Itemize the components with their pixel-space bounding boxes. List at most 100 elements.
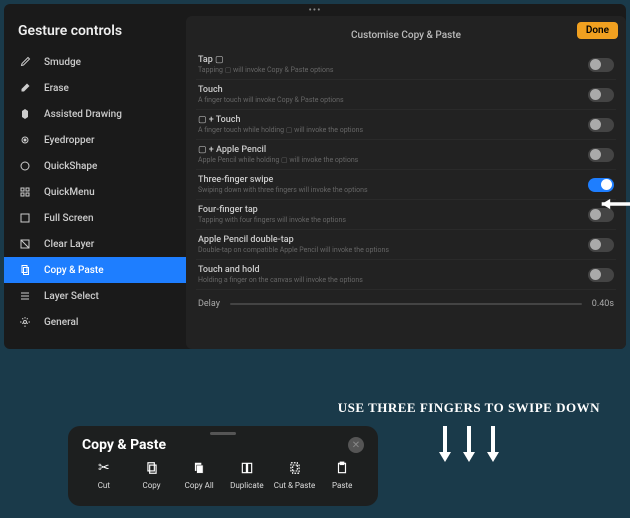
option-sub: Apple Pencil while holding ▢ will invoke…	[198, 156, 358, 164]
gear-icon	[18, 315, 32, 329]
close-icon[interactable]: ✕	[348, 437, 364, 453]
popup-item-copy[interactable]: Copy	[130, 459, 174, 490]
option-title: Three-finger swipe	[198, 175, 368, 185]
sidebar-label: Copy & Paste	[44, 265, 104, 276]
popup-label: Duplicate	[230, 481, 263, 490]
option-title: ▢ + Touch	[198, 115, 363, 125]
toggle-double-tap[interactable]	[588, 238, 614, 252]
option-sub: Tapping with four fingers will invoke th…	[198, 216, 346, 224]
popup-title: Copy & Paste	[82, 437, 166, 453]
option-tap: Tap ▢Tapping ▢ will invoke Copy & Paste …	[196, 50, 616, 80]
sidebar-item-general[interactable]: General	[4, 309, 186, 335]
sidebar-item-quickmenu[interactable]: QuickMenu	[4, 179, 186, 205]
option-sub: Tapping ▢ will invoke Copy & Paste optio…	[198, 66, 333, 74]
sidebar-label: Clear Layer	[44, 239, 94, 250]
delay-slider[interactable]	[230, 303, 582, 305]
toggle-sq-touch[interactable]	[588, 118, 614, 132]
sidebar-item-quickshape[interactable]: QuickShape	[4, 153, 186, 179]
sidebar-label: Full Screen	[44, 213, 94, 224]
toggle-tap[interactable]	[588, 58, 614, 72]
clearlayer-icon	[18, 237, 32, 251]
main-panel: Customise Copy & Paste Done Tap ▢Tapping…	[186, 16, 626, 349]
layerselect-icon	[18, 289, 32, 303]
option-title: Apple Pencil double-tap	[198, 235, 389, 245]
option-title: Tap ▢	[198, 55, 333, 65]
option-four-finger: Four-finger tapTapping with four fingers…	[196, 200, 616, 230]
toggle-three-finger[interactable]	[588, 178, 614, 192]
popup-item-cutpaste[interactable]: Cut & Paste	[273, 459, 317, 490]
option-sq-touch: ▢ + TouchA finger touch while holding ▢ …	[196, 110, 616, 140]
sidebar-label: Assisted Drawing	[44, 109, 122, 120]
delay-value: 0.40s	[592, 299, 614, 309]
popup-handle[interactable]	[210, 432, 236, 435]
option-touch-hold: Touch and holdHolding a finger on the ca…	[196, 260, 616, 290]
annotation-text: USE THREE FINGERS TO SWIPE DOWN	[338, 400, 600, 416]
sidebar-item-copypaste[interactable]: Copy & Paste	[4, 257, 186, 283]
sidebar-item-fullscreen[interactable]: Full Screen	[4, 205, 186, 231]
quickmenu-icon	[18, 185, 32, 199]
fullscreen-icon	[18, 211, 32, 225]
copy-icon	[145, 459, 159, 477]
delay-row: Delay 0.40s	[196, 290, 616, 318]
popup-item-duplicate[interactable]: Duplicate	[225, 459, 269, 490]
sidebar-label: Erase	[44, 83, 69, 94]
option-title: Four-finger tap	[198, 205, 346, 215]
gesture-panel: ••• Gesture controls Smudge Erase Assist…	[4, 4, 626, 349]
toggle-touch-hold[interactable]	[588, 268, 614, 282]
sidebar-item-layerselect[interactable]: Layer Select	[4, 283, 186, 309]
option-sub: A finger touch while holding ▢ will invo…	[198, 126, 363, 134]
annotation-arrow-left-icon	[600, 197, 630, 211]
popup-label: Paste	[332, 481, 352, 490]
sidebar-item-eyedropper[interactable]: Eyedropper	[4, 127, 186, 153]
toggle-touch[interactable]	[588, 88, 614, 102]
popup-item-cut[interactable]: ✂ Cut	[82, 459, 126, 490]
sidebar-label: QuickMenu	[44, 187, 95, 198]
copypaste-popup: Copy & Paste ✕ ✂ Cut Copy Copy All Dupli…	[68, 426, 378, 506]
option-sub: Swiping down with three fingers will inv…	[198, 186, 368, 194]
option-touch: TouchA finger touch will invoke Copy & P…	[196, 80, 616, 110]
paste-icon	[335, 459, 349, 477]
erase-icon	[18, 81, 32, 95]
arrow-down-icon	[438, 424, 452, 464]
drag-handle-icon[interactable]: •••	[308, 5, 321, 16]
smudge-icon	[18, 55, 32, 69]
option-double-tap: Apple Pencil double-tapDouble-tap on com…	[196, 230, 616, 260]
option-sub: Double-tap on compatible Apple Pencil wi…	[198, 246, 389, 254]
option-sq-pencil: ▢ + Apple PencilApple Pencil while holdi…	[196, 140, 616, 170]
options-list: Tap ▢Tapping ▢ will invoke Copy & Paste …	[196, 50, 616, 318]
sidebar-item-smudge[interactable]: Smudge	[4, 49, 186, 75]
option-title: Touch	[198, 85, 344, 95]
eyedropper-icon	[18, 133, 32, 147]
sidebar-label: QuickShape	[44, 161, 97, 172]
option-sub: Holding a finger on the canvas will invo…	[198, 276, 363, 284]
sidebar-item-erase[interactable]: Erase	[4, 75, 186, 101]
sidebar-label: Eyedropper	[44, 135, 95, 146]
sidebar-item-clearlayer[interactable]: Clear Layer	[4, 231, 186, 257]
sidebar-item-assisted[interactable]: Assisted Drawing	[4, 101, 186, 127]
option-sub: A finger touch will invoke Copy & Paste …	[198, 96, 344, 104]
assisted-icon	[18, 107, 32, 121]
toggle-sq-pencil[interactable]	[588, 148, 614, 162]
sidebar-label: Smudge	[44, 57, 81, 68]
main-title: Customise Copy & Paste	[351, 30, 461, 41]
copypaste-icon	[18, 263, 32, 277]
option-title: Touch and hold	[198, 265, 363, 275]
sidebar-title: Gesture controls	[4, 16, 186, 49]
quickshape-icon	[18, 159, 32, 173]
topbar: •••	[4, 4, 626, 16]
popup-label: Cut & Paste	[274, 481, 316, 490]
arrow-down-icon	[486, 424, 500, 464]
sidebar-label: Layer Select	[44, 291, 99, 302]
popup-item-copyall[interactable]: Copy All	[177, 459, 221, 490]
cut-icon: ✂	[98, 459, 110, 477]
done-button[interactable]: Done	[577, 22, 618, 39]
option-three-finger: Three-finger swipeSwiping down with thre…	[196, 170, 616, 200]
popup-item-paste[interactable]: Paste	[320, 459, 364, 490]
popup-label: Copy	[143, 481, 161, 490]
copyall-icon	[192, 459, 206, 477]
option-title: ▢ + Apple Pencil	[198, 145, 358, 155]
cutpaste-icon	[288, 459, 302, 477]
popup-label: Copy All	[185, 481, 214, 490]
sidebar: Gesture controls Smudge Erase Assisted D…	[4, 16, 186, 349]
delay-label: Delay	[198, 299, 220, 309]
